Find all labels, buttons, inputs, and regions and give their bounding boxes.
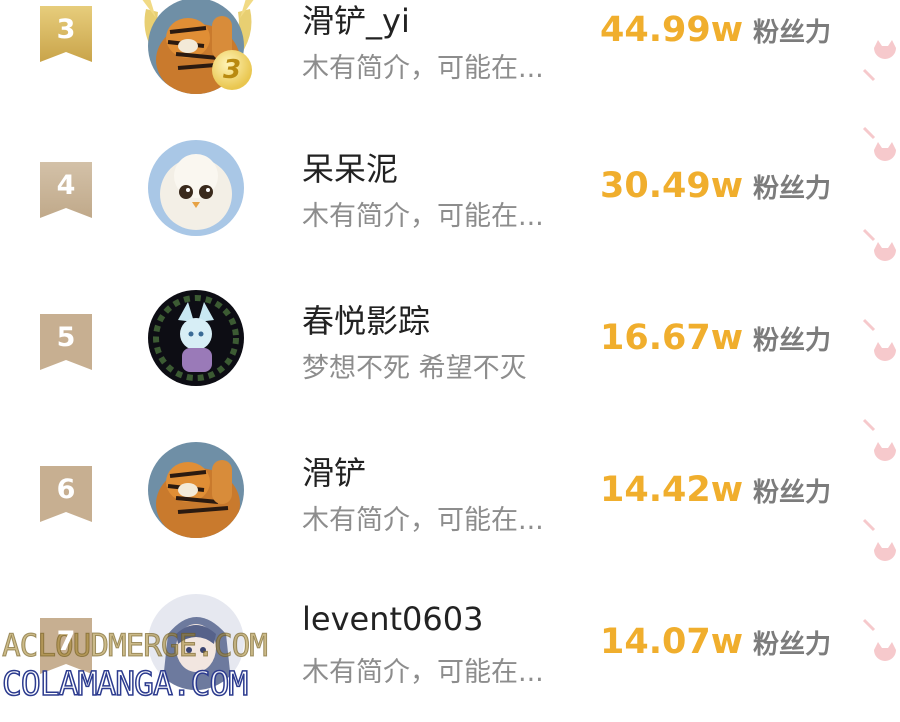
rank-number: 5 — [56, 322, 76, 353]
fan-power-value: 16.67w — [600, 318, 744, 358]
rank-number: 4 — [56, 170, 76, 201]
rank-number: 3 — [56, 14, 76, 45]
user-bio: 梦想不死 希望不灭 — [302, 353, 527, 384]
watermark-line1: ACLOUDMERGE.COM — [2, 628, 269, 665]
watermark-line2: COLAMANGA.COM — [1, 663, 249, 704]
cat-head-icon — [862, 40, 896, 661]
fan-power: 14.42w 粉丝力 — [600, 470, 831, 510]
list-item[interactable]: 5 春悦影踪 梦想不死 希望不灭 16.67w 粉丝力 — [0, 266, 860, 418]
rank-ribbon-icon: 3 — [40, 6, 92, 62]
rank-ribbon-icon: 4 — [40, 162, 92, 218]
avatar[interactable] — [148, 442, 244, 538]
rank-ribbon-icon: 6 — [40, 466, 92, 522]
user-name[interactable]: 滑铲 — [302, 448, 366, 494]
list-item[interactable]: 6 滑铲 木有简介，可能在... 14.42w 粉丝力 — [0, 418, 860, 570]
avatar[interactable] — [148, 140, 244, 236]
fan-power-label: 粉丝力 — [753, 326, 832, 356]
fan-power-value: 14.42w — [600, 470, 744, 510]
fan-power: 14.07w 粉丝力 — [600, 622, 831, 662]
fan-power: 30.49w 粉丝力 — [600, 166, 831, 206]
user-name[interactable]: 滑铲_yi — [302, 0, 410, 42]
fan-power-label: 粉丝力 — [753, 174, 832, 204]
rank-number: 6 — [56, 474, 76, 505]
fan-power: 44.99w 粉丝力 — [600, 10, 831, 50]
avatar[interactable] — [148, 290, 244, 386]
top3-badge: 3 — [212, 50, 252, 90]
list-item[interactable]: 3 3 滑铲_yi 木有简介，可能在... 44.99w 粉丝力 — [0, 0, 860, 114]
fan-power-label: 粉丝力 — [753, 630, 832, 660]
list-item[interactable]: 4 呆呆泥 木有简介，可能在... 30.49w 粉丝力 — [0, 114, 860, 266]
user-bio: 木有简介，可能在... — [302, 53, 544, 84]
fan-power-label: 粉丝力 — [753, 478, 832, 508]
fan-ranking-list: 3 3 滑铲_yi 木有简介，可能在... 44.99w 粉丝力 4 呆呆泥 木… — [0, 0, 900, 703]
user-name[interactable]: 春悦影踪 — [302, 296, 430, 342]
rank-number: 7 — [56, 626, 76, 657]
user-name[interactable]: 呆呆泥 — [302, 144, 398, 190]
fan-power: 16.67w 粉丝力 — [600, 318, 831, 358]
fan-power-value: 30.49w — [600, 166, 744, 206]
fan-power-value: 44.99w — [600, 10, 744, 50]
fan-power-label: 粉丝力 — [753, 18, 832, 48]
fan-power-value: 14.07w — [600, 622, 744, 662]
rank-ribbon-icon: 5 — [40, 314, 92, 370]
user-bio: 木有简介，可能在... — [302, 657, 544, 688]
user-name[interactable]: levent0603 — [302, 600, 483, 638]
user-bio: 木有简介，可能在... — [302, 505, 544, 536]
user-bio: 木有简介，可能在... — [302, 201, 544, 232]
